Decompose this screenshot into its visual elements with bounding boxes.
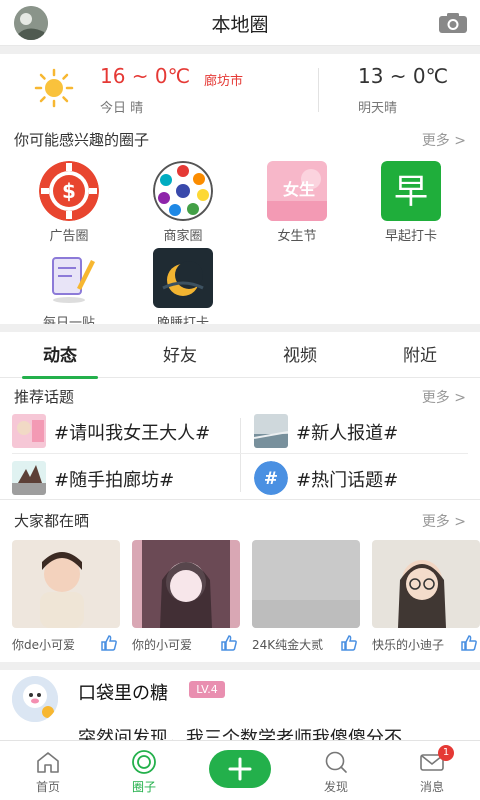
nav-label: 发现: [323, 780, 348, 794]
photo-image: [252, 540, 360, 628]
thumbs-up-icon[interactable]: [460, 634, 478, 652]
divider: [0, 662, 480, 670]
discover-icon: [323, 749, 349, 775]
photo-caption: 你的小可爱: [132, 638, 193, 652]
topic-item[interactable]: # #热门话题#: [254, 461, 468, 495]
app-root: 本地圈 16 ~ 0℃ 廊坊市 今日 晴 13 ~ 0℃ 明天晴 你可能感兴趣的…: [0, 0, 480, 800]
hashtag-icon: #: [254, 461, 288, 495]
photo-card[interactable]: 你de小可爱: [12, 540, 120, 652]
level-badge: LV.4: [189, 681, 225, 698]
unread-badge: 1: [438, 745, 454, 761]
topic-thumbnail: [12, 461, 46, 495]
topic-item[interactable]: #随手拍廊坊#: [12, 461, 236, 495]
divider: [0, 499, 480, 500]
topic-item[interactable]: #新人报道#: [254, 414, 468, 448]
weather-panel[interactable]: 16 ~ 0℃ 廊坊市 今日 晴 13 ~ 0℃ 明天晴: [0, 54, 480, 124]
photo-caption: 快乐的小迪子: [372, 638, 445, 652]
circle-name: 商家圈: [163, 229, 203, 244]
circles-icon: [131, 749, 157, 775]
thumbs-up-icon[interactable]: [100, 634, 118, 652]
photo-card[interactable]: 快乐的小迪子: [372, 540, 480, 652]
circle-item-ads[interactable]: $ 广告圈: [24, 161, 114, 244]
photo-card[interactable]: 你的小可爱: [132, 540, 240, 652]
camera-icon[interactable]: [438, 12, 468, 34]
svg-text:#: #: [264, 469, 278, 489]
thumbs-up-icon[interactable]: [220, 634, 238, 652]
feed-tabs: 动态 好友 视频 附近: [0, 334, 480, 379]
topic-title: #新人报道#: [296, 423, 399, 444]
nav-discover[interactable]: 发现: [288, 741, 384, 800]
divider: [12, 453, 468, 454]
sunny-icon: [34, 68, 74, 108]
nav-home[interactable]: 首页: [0, 741, 96, 800]
merchants-circle-icon: [153, 161, 213, 221]
topic-title: #随手拍廊坊#: [54, 470, 175, 491]
tab-friends[interactable]: 好友: [120, 334, 240, 378]
svg-text:$: $: [62, 179, 76, 203]
circle-item-womens-day[interactable]: 女生 女生节: [252, 161, 342, 244]
divider: [240, 418, 241, 492]
womens-day-icon: 女生: [267, 161, 327, 221]
nav-circles[interactable]: 圈子: [96, 741, 192, 800]
nav-label: 圈子: [131, 780, 156, 794]
circle-item-merchants[interactable]: 商家圈: [138, 161, 228, 244]
bottom-nav: 首页 圈子 发现 1 消息: [0, 740, 480, 800]
section-title: 大家都在晒: [14, 512, 90, 530]
tomorrow-temperature: 13 ~ 0℃: [358, 64, 449, 88]
photo-card[interactable]: 24K纯金大贰: [252, 540, 360, 652]
add-post-button[interactable]: [209, 750, 271, 788]
circle-item-early-riser[interactable]: 早 早起打卡: [366, 161, 456, 244]
circle-name: 早起打卡: [384, 229, 437, 244]
more-link[interactable]: 更多 >: [422, 130, 466, 150]
tomorrow-weather-label: 明天晴: [358, 101, 398, 116]
author-avatar[interactable]: [12, 676, 58, 722]
topic-thumbnail: [254, 414, 288, 448]
more-link[interactable]: 更多 >: [422, 511, 466, 531]
thumbs-up-icon[interactable]: [340, 634, 358, 652]
today-weather-label: 今日 晴: [100, 101, 144, 116]
photos-section-header: 大家都在晒 更多 >: [0, 507, 480, 533]
author-name[interactable]: 口袋里の糖: [78, 679, 168, 705]
photo-image: [132, 540, 240, 628]
section-title: 推荐话题: [14, 388, 75, 406]
tab-nearby[interactable]: 附近: [360, 334, 480, 378]
topic-thumbnail: [12, 414, 46, 448]
page-title: 本地圈: [211, 14, 269, 36]
circle-name: 广告圈: [49, 229, 89, 244]
header-bar: 本地圈: [0, 0, 480, 46]
nav-label: 首页: [35, 780, 60, 794]
nav-messages[interactable]: 1 消息: [384, 741, 480, 800]
topic-title: #热门话题#: [296, 470, 399, 491]
topic-item[interactable]: #请叫我女王大人#: [12, 414, 236, 448]
divider: [0, 324, 480, 332]
section-title: 你可能感兴趣的圈子: [14, 131, 150, 149]
photo-caption: 24K纯金大贰: [252, 638, 324, 652]
interest-section-header: 你可能感兴趣的圈子 更多 >: [0, 126, 480, 152]
photo-caption: 你de小可爱: [12, 638, 76, 652]
circle-name: 女生节: [277, 229, 317, 244]
svg-text:早: 早: [394, 172, 428, 212]
divider: [0, 46, 480, 54]
tab-activity[interactable]: 动态: [0, 334, 120, 379]
more-link[interactable]: 更多 >: [422, 387, 466, 407]
circle-item-daily-post[interactable]: 每日一贴: [24, 248, 114, 331]
today-temperature: 16 ~ 0℃: [100, 64, 191, 88]
photo-image: [372, 540, 480, 628]
divider: [318, 68, 319, 112]
daily-post-icon: [39, 248, 99, 308]
late-sleep-icon: [153, 248, 213, 308]
plus-icon: [228, 757, 252, 781]
home-icon: [35, 749, 61, 775]
early-riser-icon: 早: [381, 161, 441, 221]
photo-image: [12, 540, 120, 628]
topic-title: #请叫我女王大人#: [54, 423, 211, 444]
svg-text:女生: 女生: [283, 180, 315, 199]
city-name: 廊坊市: [204, 74, 244, 89]
topics-section-header: 推荐话题 更多 >: [0, 383, 480, 409]
tab-video[interactable]: 视频: [240, 334, 360, 378]
circle-item-late-sleep[interactable]: 晚睡打卡: [138, 248, 228, 331]
ads-circle-icon: $: [39, 161, 99, 221]
nav-label: 消息: [419, 780, 444, 794]
